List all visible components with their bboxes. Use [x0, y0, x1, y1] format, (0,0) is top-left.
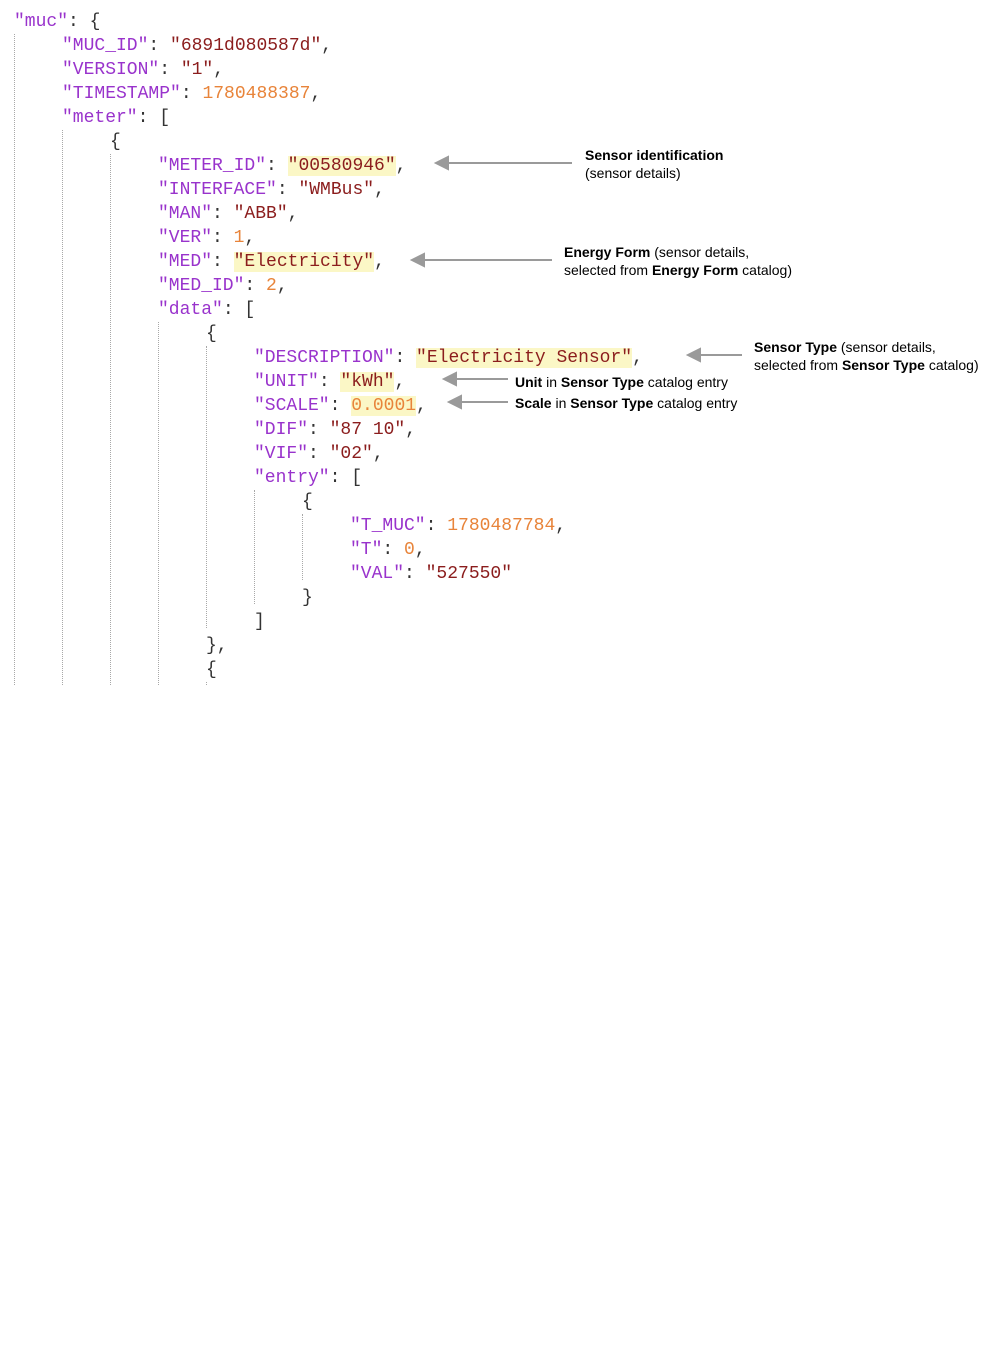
- annotation-energy-form: Energy Form (sensor details, selected fr…: [564, 243, 792, 279]
- annotation-unit: Unit in Sensor Type catalog entry: [515, 373, 728, 391]
- annotation-bold: Energy Form: [564, 244, 651, 260]
- arrowhead: [441, 371, 457, 387]
- annotation-detail: (sensor details): [585, 165, 681, 181]
- annotation-bold: Energy Form: [651, 262, 739, 278]
- annotation-text: (sensor details,: [650, 244, 750, 260]
- annotation-text: selected from: [564, 262, 652, 278]
- annotation-scale: Scale in Sensor Type catalog entry: [515, 394, 737, 412]
- annotation-text: catalog): [924, 357, 979, 373]
- annotation-text: catalog entry: [653, 395, 738, 411]
- annotation-bold: Sensor Type: [754, 339, 837, 355]
- annotation-text: catalog): [738, 262, 792, 278]
- annotation-text: (sensor details,: [837, 339, 936, 355]
- annotation-text: selected from: [754, 357, 842, 373]
- annotation-text: in: [542, 374, 561, 390]
- annotation-bold: Scale: [515, 395, 552, 411]
- annotation-text: catalog entry: [643, 374, 728, 390]
- arrowhead: [685, 347, 701, 363]
- annotation-bold: Sensor Type: [560, 374, 644, 390]
- annotation-sensor-type: Sensor Type (sensor details, selected fr…: [754, 338, 979, 374]
- arrowhead: [409, 252, 425, 268]
- annotation-bold: Sensor Type: [570, 395, 654, 411]
- arrowhead: [446, 394, 462, 410]
- annotation-text: in: [551, 395, 571, 411]
- annotation-bold: Unit: [515, 374, 543, 390]
- arrowhead: [433, 155, 449, 171]
- annotation-title: Sensor identification: [585, 147, 724, 163]
- annotation-sensor-identification: Sensor identification (sensor details): [585, 146, 723, 182]
- annotation-bold: Sensor Type: [841, 357, 925, 373]
